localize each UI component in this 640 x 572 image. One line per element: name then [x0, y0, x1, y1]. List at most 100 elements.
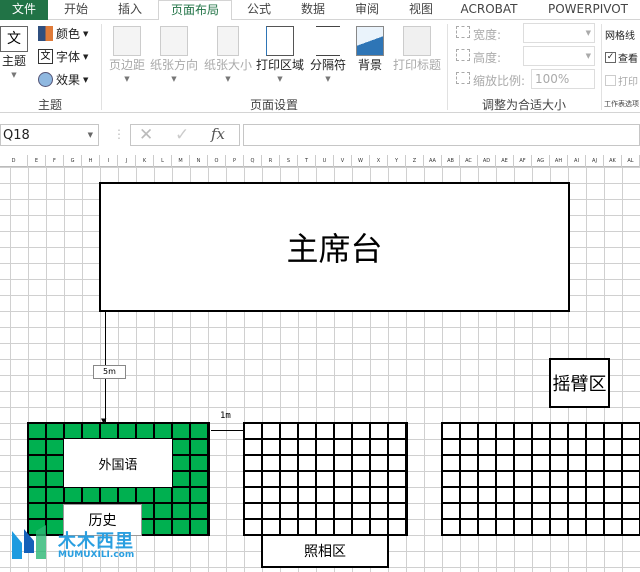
- column-header[interactable]: AD: [478, 155, 496, 167]
- group-label-sheet-options: 工作表选项: [604, 100, 639, 108]
- column-header[interactable]: Q: [244, 155, 262, 167]
- group-label-scale-to-fit: 调整为合适大小: [481, 98, 566, 112]
- height-label: 高度:: [473, 51, 502, 65]
- column-header[interactable]: P: [226, 155, 244, 167]
- watermark-url: MUMUXILI.com: [58, 550, 135, 560]
- margins-button[interactable]: 页边距 ▼: [106, 26, 148, 83]
- orientation-button[interactable]: 纸张方向 ▼: [148, 26, 200, 83]
- column-header[interactable]: W: [352, 155, 370, 167]
- column-header[interactable]: S: [280, 155, 298, 167]
- tab-insert[interactable]: 插入: [104, 0, 156, 20]
- crane-area-box: 摇臂区: [549, 358, 610, 408]
- sheet-options-group: 网格线 ✓ 查看 打印 工作表选项: [603, 20, 640, 112]
- column-header[interactable]: U: [316, 155, 334, 167]
- name-box[interactable]: Q18 ▼: [0, 124, 99, 146]
- width-label: 宽度:: [473, 28, 502, 42]
- column-header[interactable]: E: [28, 155, 46, 167]
- column-header[interactable]: J: [118, 155, 136, 167]
- column-header[interactable]: L: [154, 155, 172, 167]
- watermark-logo-icon: [10, 523, 50, 563]
- photo-area-box: 照相区: [261, 534, 389, 568]
- print-titles-button[interactable]: 打印标题: [390, 26, 444, 73]
- tab-file[interactable]: 文件: [0, 0, 48, 20]
- theme-icon: 文: [0, 26, 28, 52]
- column-header[interactable]: AC: [460, 155, 478, 167]
- print-area-button[interactable]: 打印区域 ▼: [254, 26, 306, 83]
- breaks-button[interactable]: 分隔符 ▼: [308, 26, 348, 83]
- width-icon: [456, 26, 470, 38]
- column-header[interactable]: AF: [514, 155, 532, 167]
- column-header[interactable]: G: [64, 155, 82, 167]
- tab-page-layout[interactable]: 页面布局: [158, 0, 232, 21]
- column-header[interactable]: F: [46, 155, 64, 167]
- column-header[interactable]: AA: [424, 155, 442, 167]
- ribbon-tabs: 文件 开始 插入 页面布局 公式 数据 审阅 视图 ACROBAT POWERP…: [0, 0, 640, 21]
- column-header[interactable]: X: [370, 155, 388, 167]
- tab-home[interactable]: 开始: [52, 0, 100, 20]
- background-button[interactable]: 背景: [352, 26, 388, 73]
- column-header[interactable]: K: [136, 155, 154, 167]
- scale-input[interactable]: 100%: [531, 69, 595, 89]
- width-select[interactable]: ▼: [523, 23, 595, 43]
- column-header[interactable]: V: [334, 155, 352, 167]
- scale-icon: [456, 72, 470, 84]
- page-size-icon: [217, 26, 239, 56]
- column-header[interactable]: M: [172, 155, 190, 167]
- fonts-icon: 文: [38, 49, 53, 64]
- height-icon: [456, 49, 470, 61]
- orientation-icon: [160, 26, 188, 56]
- insert-function-button[interactable]: fx: [211, 125, 225, 143]
- column-header[interactable]: AJ: [586, 155, 604, 167]
- formula-bar-area: Q18 ▼ ⋮ ✕ ✓ fx: [0, 113, 640, 155]
- effects-icon: [38, 72, 53, 87]
- column-header[interactable]: AL: [622, 155, 640, 167]
- tab-acrobat[interactable]: ACROBAT: [452, 0, 526, 20]
- center-seating-block: [243, 422, 408, 536]
- column-header[interactable]: T: [298, 155, 316, 167]
- print-titles-icon: [403, 26, 431, 56]
- gridlines-print-checkbox[interactable]: 打印: [605, 73, 638, 88]
- height-select[interactable]: ▼: [523, 46, 595, 66]
- effects-button[interactable]: 效果 ▼: [38, 71, 88, 88]
- tab-data[interactable]: 数据: [288, 0, 338, 20]
- column-header[interactable]: AE: [496, 155, 514, 167]
- column-header[interactable]: N: [190, 155, 208, 167]
- size-button[interactable]: 纸张大小 ▼: [202, 26, 254, 83]
- tab-powerpivot[interactable]: POWERPIVOT: [538, 0, 638, 20]
- column-header[interactable]: AB: [442, 155, 460, 167]
- right-seating-block: [441, 422, 640, 536]
- scale-label: 缩放比例:: [473, 74, 526, 88]
- column-header[interactable]: AK: [604, 155, 622, 167]
- cancel-icon[interactable]: ✕: [139, 125, 153, 145]
- column-header[interactable]: D: [0, 155, 28, 167]
- column-header[interactable]: R: [262, 155, 280, 167]
- gridlines-label: 网格线: [605, 31, 635, 42]
- column-header[interactable]: AI: [568, 155, 586, 167]
- checkbox-checked-icon: ✓: [605, 52, 616, 63]
- enter-icon[interactable]: ✓: [175, 125, 189, 145]
- group-label-themes: 主题: [37, 98, 62, 112]
- ribbon: 文 主题 ▼ 颜色 ▼ 文字体 ▼ 效果 ▼ 主题 页边距 ▼ 纸张方向 ▼ 纸张大小 ▼ 打…: [0, 20, 640, 113]
- distance-arrow-horizontal: [211, 430, 243, 431]
- gridlines-view-checkbox[interactable]: ✓ 查看: [605, 50, 638, 65]
- stage-box: 主席台: [99, 182, 570, 312]
- formula-input[interactable]: [243, 124, 640, 146]
- column-header[interactable]: I: [100, 155, 118, 167]
- tab-view[interactable]: 视图: [396, 0, 446, 20]
- column-header[interactable]: Y: [388, 155, 406, 167]
- column-header[interactable]: Z: [406, 155, 424, 167]
- column-header[interactable]: H: [82, 155, 100, 167]
- margins-icon: [113, 26, 141, 56]
- colors-button[interactable]: 颜色 ▼: [38, 25, 88, 42]
- column-header[interactable]: O: [208, 155, 226, 167]
- worksheet[interactable]: D E F G H I J K L M N O P Q R S T U V W X Y Z AA AB AC AD AE AF AG AH A…: [0, 155, 640, 572]
- column-header[interactable]: AH: [550, 155, 568, 167]
- print-area-icon: [266, 26, 294, 56]
- grip-icon: ⋮: [113, 127, 125, 141]
- foreign-language-label: 外国语: [63, 438, 173, 488]
- themes-button[interactable]: 文 主题 ▼: [0, 26, 28, 79]
- fonts-button[interactable]: 文字体 ▼: [38, 48, 88, 65]
- column-header[interactable]: AG: [532, 155, 550, 167]
- tab-formulas[interactable]: 公式: [234, 0, 284, 20]
- tab-review[interactable]: 审阅: [342, 0, 392, 20]
